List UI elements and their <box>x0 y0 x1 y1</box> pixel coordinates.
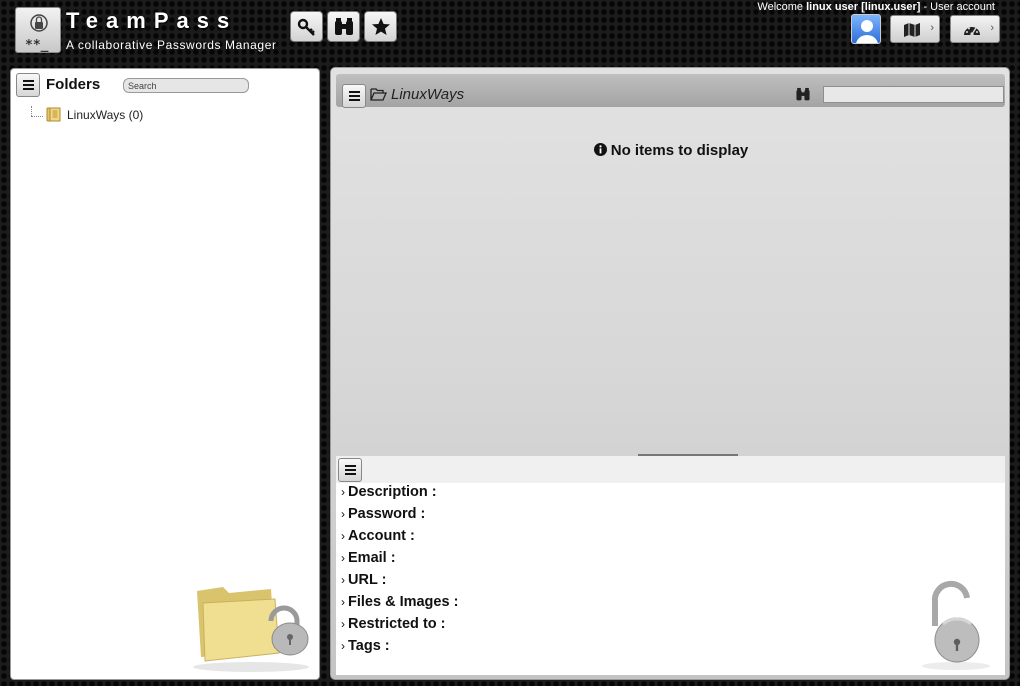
detail-label: Description : <box>348 484 437 500</box>
detail-label: Password : <box>348 506 426 522</box>
lock-logo-icon: **_ <box>25 14 49 53</box>
detail-row-account[interactable]: › Account : <box>341 528 415 544</box>
welcome-suffix: - User account <box>920 1 995 13</box>
items-panel: LinuxWays No items to display › Descripti… <box>330 67 1010 680</box>
chevron-right-icon: › <box>930 22 934 34</box>
chevron-right-icon: › <box>341 485 345 499</box>
info-icon <box>593 143 607 156</box>
hamburger-icon <box>345 465 356 467</box>
folder-search-input[interactable] <box>123 78 249 93</box>
user-avatar-icon <box>856 20 878 43</box>
search-button[interactable] <box>327 11 360 42</box>
folders-panel: Folders LinuxWays (0) <box>10 68 320 680</box>
star-icon <box>371 17 390 35</box>
item-details-panel: › Description : › Password : › Account : › E… <box>336 456 1005 675</box>
open-padlock-illustration-icon <box>922 580 990 670</box>
details-menu-button[interactable] <box>338 458 362 482</box>
binoculars-icon[interactable] <box>795 87 811 102</box>
user-avatar[interactable] <box>851 14 881 44</box>
folders-menu-button[interactable] <box>16 73 40 97</box>
empty-items-message: No items to display <box>331 142 1011 159</box>
keys-icon <box>297 18 315 36</box>
folder-icon <box>46 107 61 122</box>
detail-label: Restricted to : <box>348 616 446 632</box>
dashboard-icon <box>964 27 980 36</box>
items-menu-button[interactable] <box>342 84 366 108</box>
items-button[interactable] <box>290 11 323 42</box>
detail-row-url[interactable]: › URL : <box>341 572 386 588</box>
app-title: TeamPass <box>66 8 238 33</box>
detail-row-password[interactable]: › Password : <box>341 506 425 522</box>
item-search-input[interactable] <box>823 86 1004 103</box>
detail-row-description[interactable]: › Description : <box>341 484 437 500</box>
hamburger-icon <box>349 91 360 93</box>
app-logo[interactable]: **_ <box>15 7 61 53</box>
items-header: LinuxWays <box>336 74 1005 108</box>
tree-connector <box>31 116 43 117</box>
favourites-button[interactable] <box>364 11 397 42</box>
detail-label: URL : <box>348 572 387 588</box>
dashboard-menu-button[interactable]: › <box>950 15 1000 43</box>
empty-items-text: No items to display <box>610 142 749 159</box>
chevron-right-icon: › <box>341 573 345 587</box>
user-name[interactable]: linux user [linux.user] <box>806 1 920 13</box>
folder-lock-illustration-icon <box>193 587 309 672</box>
detail-label: Files & Images : <box>348 594 459 610</box>
chevron-right-icon: › <box>990 22 994 34</box>
map-icon <box>904 23 920 37</box>
folder-item-label: LinuxWays (0) <box>67 107 144 122</box>
detail-label: Tags : <box>348 638 390 654</box>
tree-connector <box>31 106 32 116</box>
chevron-right-icon: › <box>341 507 345 521</box>
welcome-prefix: Welcome <box>757 1 807 13</box>
folder-item-linuxways[interactable]: LinuxWays (0) <box>46 107 143 122</box>
detail-row-files[interactable]: › Files & Images : <box>341 594 458 610</box>
folder-open-icon <box>370 88 387 101</box>
folders-title: Folders <box>46 76 101 93</box>
app-subtitle: A collaborative Passwords Manager <box>66 38 277 52</box>
detail-label: Account : <box>348 528 415 544</box>
hamburger-icon <box>23 80 34 82</box>
detail-label: Email : <box>348 550 396 566</box>
current-folder-title: LinuxWays <box>391 86 465 103</box>
detail-row-restricted[interactable]: › Restricted to : <box>341 616 446 632</box>
chevron-right-icon: › <box>341 617 345 631</box>
chevron-right-icon: › <box>341 551 345 565</box>
detail-row-email[interactable]: › Email : <box>341 550 396 566</box>
chevron-right-icon: › <box>341 639 345 653</box>
chevron-right-icon: › <box>341 529 345 543</box>
logo-text: **_ <box>25 38 49 53</box>
chevron-right-icon: › <box>341 595 345 609</box>
welcome-text: Welcome linux user [linux.user] - User a… <box>757 1 995 13</box>
map-menu-button[interactable]: › <box>890 15 940 43</box>
detail-row-tags[interactable]: › Tags : <box>341 638 390 654</box>
details-toolbar <box>336 456 1005 483</box>
binoculars-icon <box>334 17 353 35</box>
